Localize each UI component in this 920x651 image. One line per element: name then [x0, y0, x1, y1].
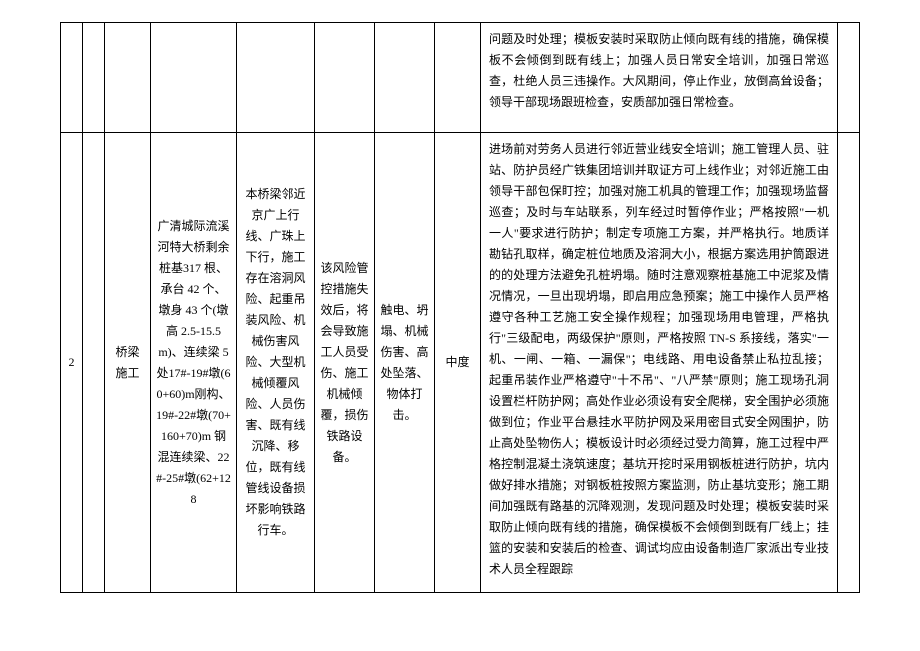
- r1-c0: [61, 23, 83, 133]
- r1-c2: [105, 23, 151, 133]
- r1-c3: [151, 23, 237, 133]
- r2-c8-measures: 进场前对劳务人员进行邻近营业线安全培训；施工管理人员、驻站、防护员经广铁集团培训…: [481, 133, 838, 593]
- r1-c1: [83, 23, 105, 133]
- r2-c7-level: 中度: [435, 133, 481, 593]
- r1-c8: 问题及时处理；模板安装时采取防止倾向既有线的措施，确保模板不会倾倒到既有线上；加…: [481, 23, 838, 133]
- r2-c9: [838, 133, 860, 593]
- r2-c4-risk: 本桥梁邻近京广上行线、广珠上下行，施工存在溶洞风险、起重吊装风险、机械伤害风险、…: [237, 133, 315, 593]
- r2-c0-seq: 2: [61, 133, 83, 593]
- r1-c6: [375, 23, 435, 133]
- r1-c9: [838, 23, 860, 133]
- r1-c4: [237, 23, 315, 133]
- r2-c3-desc: 广清城际流溪河特大桥剩余桩基317 根、承台 42 个、墩身 43 个(墩高 2…: [151, 133, 237, 593]
- r2-c2-category: 桥梁施工: [105, 133, 151, 593]
- r2-c5-effect: 该风险管控措施失效后，将会导致施工人员受伤、施工机械倾覆，损伤铁路设备。: [315, 133, 375, 593]
- r1-c7: [435, 23, 481, 133]
- r2-c1: [83, 133, 105, 593]
- r1-c5: [315, 23, 375, 133]
- r2-c6-type: 触电、坍塌、机械伤害、高处坠落、物体打击。: [375, 133, 435, 593]
